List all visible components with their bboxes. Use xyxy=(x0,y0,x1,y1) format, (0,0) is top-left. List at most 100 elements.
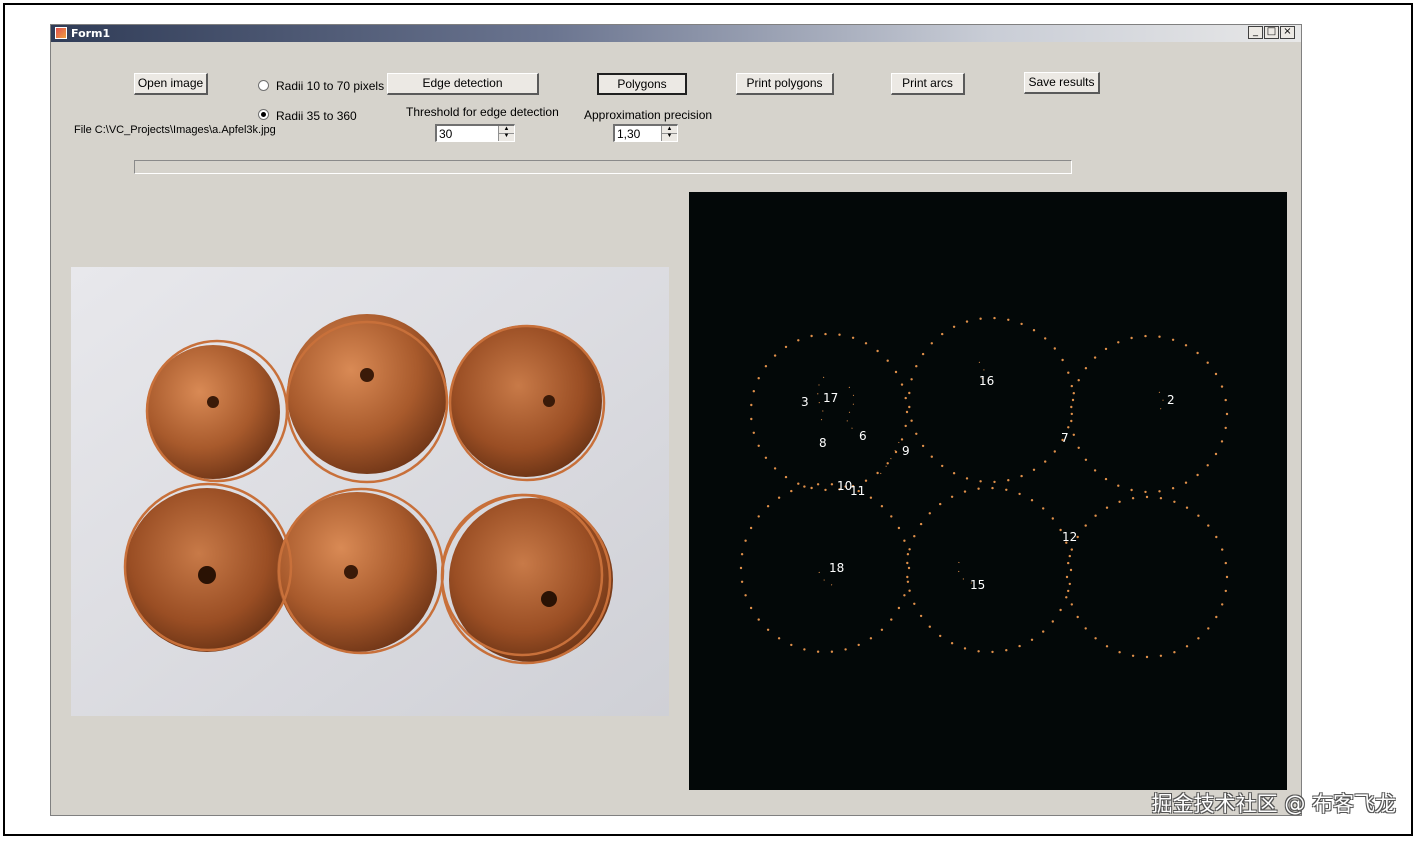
polygon-point xyxy=(752,431,755,434)
polygon-point xyxy=(991,486,994,490)
polygon-point xyxy=(913,602,916,605)
polygon-point xyxy=(864,479,868,482)
polygons-button[interactable]: Polygons xyxy=(597,73,687,95)
close-button[interactable]: × xyxy=(1280,26,1295,39)
polygon-point xyxy=(766,505,770,508)
print-arcs-button[interactable]: Print arcs xyxy=(891,73,965,95)
threshold-spinner[interactable]: 30 ▲ ▼ xyxy=(435,124,515,142)
polygon-point xyxy=(905,410,909,414)
polygon-point xyxy=(1171,338,1175,341)
polygon-point xyxy=(810,334,813,338)
polygon-point xyxy=(1007,318,1010,321)
polygon-point xyxy=(1084,627,1087,630)
polygon-point xyxy=(830,650,834,653)
polygon-label: 17 xyxy=(823,391,838,405)
polygon-point xyxy=(952,325,956,328)
precision-label: Approximation precision xyxy=(584,108,713,122)
polygon-point xyxy=(1145,495,1149,499)
polygon-point xyxy=(908,391,911,395)
polygon-point xyxy=(757,377,760,380)
polygon-point xyxy=(1032,329,1036,332)
polygon-point xyxy=(977,650,980,653)
polygon-point xyxy=(876,349,879,353)
polygon-point xyxy=(963,647,967,650)
polygon-point xyxy=(857,643,860,647)
polygon-point xyxy=(773,467,777,470)
threshold-spin-buttons[interactable]: ▲ ▼ xyxy=(498,126,514,141)
polygon-point xyxy=(851,336,855,339)
polygon-point xyxy=(907,566,911,570)
polygon-point xyxy=(886,462,889,465)
polygon-point xyxy=(1070,603,1073,606)
polygon-point xyxy=(1069,568,1073,572)
polygon-point xyxy=(1224,426,1227,430)
polygon-point xyxy=(1185,506,1189,509)
print-polygons-button[interactable]: Print polygons xyxy=(736,73,834,95)
polygon-point xyxy=(1053,450,1056,453)
polygon-point xyxy=(824,332,827,336)
precision-spinner[interactable]: 1,30 ▲ ▼ xyxy=(613,124,678,142)
polygon-point xyxy=(1065,575,1069,579)
open-image-button[interactable]: Open image xyxy=(134,73,208,95)
maximize-button[interactable]: □ xyxy=(1264,26,1279,39)
polygon-point xyxy=(1196,351,1199,355)
polygon-point xyxy=(915,432,918,435)
polygon-point xyxy=(908,548,911,551)
polygon-point xyxy=(1215,615,1218,619)
app-icon xyxy=(55,27,67,39)
polygon-point xyxy=(1206,464,1209,467)
radii-35-360-radio[interactable] xyxy=(258,109,269,120)
polygon-point xyxy=(803,485,806,488)
polygon-label: 12 xyxy=(1062,530,1077,544)
polygon-point xyxy=(894,370,898,374)
polygon-point xyxy=(750,417,753,421)
polygon-point xyxy=(1077,446,1080,449)
polygon-point xyxy=(1072,433,1075,436)
polygon-point xyxy=(900,438,904,441)
polygon-point xyxy=(941,332,944,336)
polygon-point xyxy=(1093,469,1097,472)
polygon-point xyxy=(1084,367,1088,370)
polygon-point xyxy=(928,625,931,628)
polygon-point xyxy=(1130,336,1133,340)
polygon-point xyxy=(1061,358,1064,362)
polygon-point xyxy=(1105,645,1109,648)
polygon-point xyxy=(939,634,942,638)
polygon-point xyxy=(797,482,800,485)
polygon-point xyxy=(952,472,956,475)
radii-10-70-radio[interactable] xyxy=(258,80,269,91)
polygon-point xyxy=(1207,627,1210,630)
minimize-button[interactable]: _ xyxy=(1248,26,1263,39)
polygon-label: 8 xyxy=(819,436,827,450)
polygon-point xyxy=(963,490,967,493)
polygon-point xyxy=(1206,361,1209,364)
polygon-point xyxy=(921,352,925,356)
polygon-point xyxy=(1207,524,1210,527)
polygon-point xyxy=(1084,524,1087,527)
polygon-point xyxy=(1220,440,1224,443)
spin-down-icon[interactable]: ▼ xyxy=(662,133,677,140)
polygon-point xyxy=(1144,334,1147,338)
polygon-point xyxy=(913,535,916,538)
polygon-point xyxy=(928,512,931,515)
spin-down-icon[interactable]: ▼ xyxy=(499,133,514,140)
title-bar[interactable]: Form1 _ □ × xyxy=(51,25,1301,42)
polygon-point xyxy=(1094,514,1097,517)
radii-10-70-label: Radii 10 to 70 pixels xyxy=(276,79,385,93)
polygon-canvas-background xyxy=(689,192,1287,790)
edge-detection-button[interactable]: Edge detection xyxy=(387,73,539,95)
polygon-point xyxy=(1076,615,1079,619)
precision-value[interactable]: 1,30 xyxy=(617,127,640,141)
precision-spin-buttons[interactable]: ▲ ▼ xyxy=(661,126,677,141)
polygon-point xyxy=(886,359,889,362)
polygon-point xyxy=(993,316,996,320)
polygon-point xyxy=(906,561,909,565)
polygon-point xyxy=(1067,561,1070,565)
polygon-point xyxy=(900,383,904,386)
polygon-point xyxy=(1051,517,1054,520)
save-results-button[interactable]: Save results xyxy=(1024,72,1100,94)
threshold-value[interactable]: 30 xyxy=(439,127,452,141)
polygon-point xyxy=(1225,575,1229,579)
polygon-point xyxy=(1214,372,1218,376)
polygon-point xyxy=(1077,379,1080,382)
